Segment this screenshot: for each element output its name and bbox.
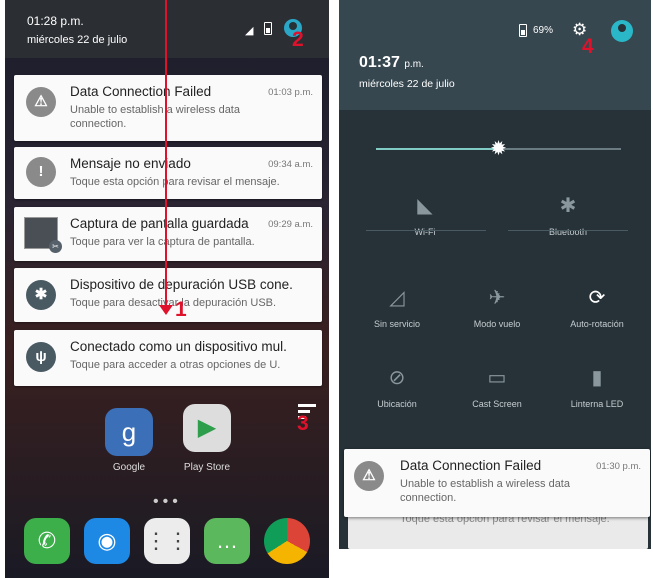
notification-time: 01:03 p.m. xyxy=(268,87,313,98)
status-date: miércoles 22 de julio xyxy=(359,78,455,90)
notification-title: Conectado como un dispositivo mul. xyxy=(70,339,287,354)
wifi-off-icon: ◣ xyxy=(417,195,433,217)
tile-label: Sin servicio xyxy=(373,319,420,329)
annotation-2: 2 xyxy=(292,28,304,51)
notification-data-connection[interactable]: ⚠ Data Connection Failed 01:30 p.m. Unab… xyxy=(344,449,650,517)
annotation-1: 1 xyxy=(175,298,187,321)
screenshot-thumbnail xyxy=(24,217,62,253)
left-phone-screen: 01:28 p.m. miércoles 22 de julio ◢ ⚠ Dat… xyxy=(5,0,329,578)
tile-label: Bluetooth xyxy=(548,227,588,237)
notification-title: Dispositivo de depuración USB cone. xyxy=(70,277,293,292)
bottom-area xyxy=(339,549,651,578)
right-phone-screen: 69% ⚙ 4 01:37 p.m. miércoles 22 de julio… xyxy=(339,0,651,578)
tile-label: Modo vuelo xyxy=(473,319,521,329)
page-indicator: ••• xyxy=(153,493,182,510)
swipe-arrow-head xyxy=(159,305,173,315)
tile-flashlight[interactable]: ▮ Linterna LED xyxy=(552,365,642,409)
app-drawer-icon[interactable]: ⋮⋮ xyxy=(144,518,190,564)
brightness-slider[interactable]: ✹ xyxy=(376,139,621,159)
tile-cast-screen[interactable]: ▭ Cast Screen xyxy=(452,365,542,409)
brightness-thumb-icon[interactable]: ✹ xyxy=(489,139,509,159)
bug-icon: ✱ xyxy=(26,280,56,310)
google-app-icon[interactable]: g xyxy=(105,408,153,456)
location-off-icon: ⊘ xyxy=(388,367,406,389)
brightness-fill xyxy=(376,148,499,150)
annotation-4: 4 xyxy=(582,35,594,58)
warning-icon: ⚠ xyxy=(354,461,384,491)
notification-title: Data Connection Failed xyxy=(70,84,212,99)
chrome-icon[interactable] xyxy=(264,518,310,564)
tile-auto-rotate[interactable]: ⟳ Auto-rotación xyxy=(552,285,642,329)
notification-text: Unable to establish a wireless data conn… xyxy=(70,104,240,130)
notification-text: Toque esta opción para revisar el mensaj… xyxy=(70,176,280,188)
notification-screenshot-saved[interactable]: Captura de pantalla guardada 09:29 a.m. … xyxy=(14,207,322,261)
notification-time: 01:30 p.m. xyxy=(596,461,641,472)
warning-icon: ⚠ xyxy=(26,87,56,117)
tile-no-service[interactable]: ◿ Sin servicio xyxy=(352,285,442,329)
usb-icon: ψ xyxy=(26,342,56,372)
status-date: miércoles 22 de julio xyxy=(27,34,128,46)
notification-usb-connected[interactable]: ψ Conectado como un dispositivo mul. Toq… xyxy=(14,330,322,386)
user-avatar-icon[interactable] xyxy=(611,20,633,42)
annotation-3: 3 xyxy=(297,412,309,435)
auto-rotate-icon: ⟳ xyxy=(588,287,606,309)
app-label-google: Google xyxy=(112,462,146,473)
notification-text: Unable to establish a wireless data conn… xyxy=(400,478,570,504)
notification-text: Toque para acceder a otras opciones de U… xyxy=(70,359,281,371)
flashlight-icon: ▮ xyxy=(591,367,603,389)
notification-data-connection[interactable]: ⚠ Data Connection Failed 01:03 p.m. Unab… xyxy=(14,75,322,141)
notification-title: Captura de pantalla guardada xyxy=(70,216,249,231)
tile-airplane-mode[interactable]: ✈ Modo vuelo xyxy=(452,285,542,329)
bluetooth-off-icon: ✱ xyxy=(559,195,577,217)
messaging-icon[interactable]: … xyxy=(204,518,250,564)
swipe-arrow xyxy=(165,0,167,310)
quick-settings-header: 69% ⚙ 4 01:37 p.m. miércoles 22 de julio xyxy=(339,0,651,110)
airplane-icon: ✈ xyxy=(488,287,506,309)
battery-icon xyxy=(264,22,272,35)
tile-label: Cast Screen xyxy=(472,399,522,409)
tile-location[interactable]: ⊘ Ubicación xyxy=(352,365,442,409)
battery-percent: 69% xyxy=(533,25,554,36)
no-signal-icon: ◿ xyxy=(389,287,405,309)
cast-icon: ▭ xyxy=(487,367,507,389)
notification-message-not-sent[interactable]: ! Mensaje no enviado 09:34 a.m. Toque es… xyxy=(14,147,322,199)
divider xyxy=(366,230,486,231)
divider xyxy=(508,230,628,231)
signal-icon: ◢ xyxy=(245,25,254,37)
notification-text: Toque para desactivar la depuración USB. xyxy=(70,297,277,309)
tile-label: Wi-Fi xyxy=(414,227,436,237)
notification-time: 09:34 a.m. xyxy=(268,159,313,170)
notification-title: Mensaje no enviado xyxy=(70,156,191,171)
notification-time: 09:29 a.m. xyxy=(268,219,313,230)
play-store-icon[interactable]: ▶ xyxy=(183,404,231,452)
phone-icon[interactable]: ✆ xyxy=(24,518,70,564)
tile-label: Linterna LED xyxy=(570,399,624,409)
status-time: 01:37 p.m. xyxy=(359,54,424,71)
tile-label: Auto-rotación xyxy=(570,319,624,329)
message-alert-icon: ! xyxy=(26,157,56,187)
notification-text: Toque para ver la captura de pantalla. xyxy=(70,236,255,248)
app-label-play-store: Play Store xyxy=(183,462,231,473)
notification-title: Data Connection Failed xyxy=(400,458,542,473)
camera-icon[interactable]: ◉ xyxy=(84,518,130,564)
tile-label: Ubicación xyxy=(377,399,417,409)
battery-icon xyxy=(519,24,527,37)
notification-shade-header: 01:28 p.m. miércoles 22 de julio ◢ xyxy=(5,0,329,58)
status-time: 01:28 p.m. xyxy=(27,14,84,28)
